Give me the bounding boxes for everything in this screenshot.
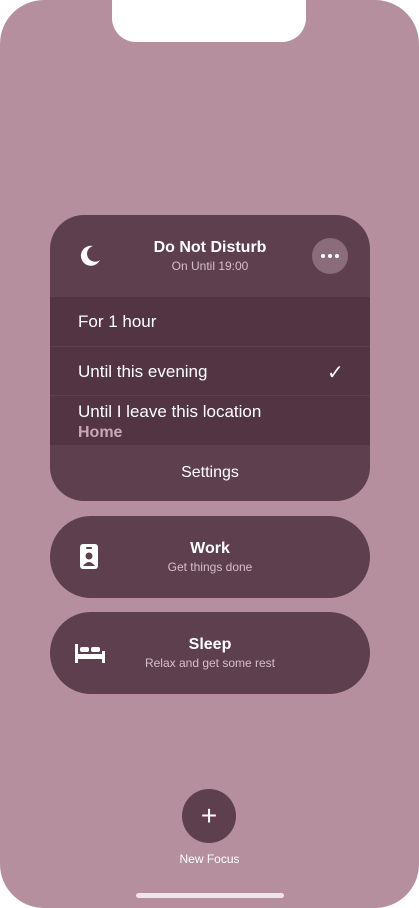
option-label: For 1 hour <box>78 312 157 331</box>
more-options-button[interactable] <box>312 238 348 274</box>
more-dot <box>328 254 332 258</box>
new-focus-label: New Focus <box>179 852 240 866</box>
work-subtitle: Get things done <box>167 560 253 574</box>
settings-button[interactable]: Settings <box>50 445 370 501</box>
work-title: Work <box>190 540 230 557</box>
work-focus-button[interactable]: Work Get things done <box>50 516 370 598</box>
sleep-focus-button[interactable]: Sleep Relax and get some rest <box>50 612 370 694</box>
option-label: Until this evening <box>78 362 208 381</box>
do-not-disturb-header[interactable]: Do Not Disturb On Until 19:00 <box>50 215 370 297</box>
option-for-1-hour[interactable]: For 1 hour <box>50 297 370 346</box>
checkmark-icon: ✓ <box>327 362 344 384</box>
sleep-title: Sleep <box>188 636 232 653</box>
do-not-disturb-card: Do Not Disturb On Until 19:00 For 1 hour… <box>50 215 370 501</box>
more-dot <box>321 254 325 258</box>
sleep-subtitle: Relax and get some rest <box>144 656 276 670</box>
phone-screen: Do Not Disturb On Until 19:00 For 1 hour… <box>0 0 419 908</box>
notch <box>112 0 306 42</box>
option-until-leave-location[interactable]: Until I leave this location Home <box>50 396 370 445</box>
new-focus-button[interactable]: + <box>182 789 236 843</box>
more-dot <box>335 254 339 258</box>
option-until-this-evening[interactable]: Until this evening ✓ <box>50 347 370 395</box>
home-indicator[interactable] <box>136 893 284 898</box>
location-label: Home <box>78 424 123 441</box>
option-label: Until I leave this location <box>78 402 262 421</box>
